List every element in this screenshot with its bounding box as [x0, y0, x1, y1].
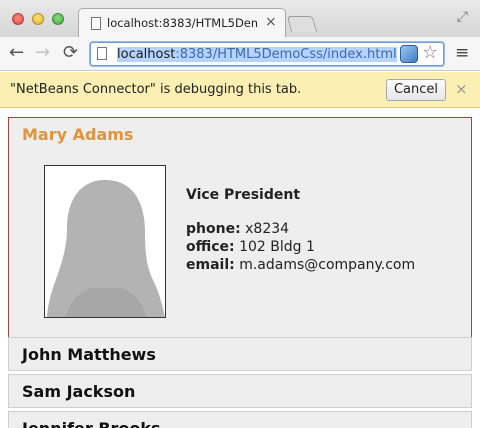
person-row[interactable]: John Matthews: [8, 337, 472, 371]
netbeans-extension-icon[interactable]: [400, 45, 418, 63]
menu-icon[interactable]: ≡: [455, 43, 469, 63]
forward-button[interactable]: →: [35, 43, 50, 63]
person-row-name: Jennifer Brooks: [22, 419, 161, 428]
office-label: office:: [186, 239, 235, 255]
address-bar[interactable]: localhost:8383/HTML5DemoCss/index.html ☆: [90, 42, 444, 66]
new-tab-button[interactable]: [286, 16, 318, 32]
phone-label: phone:: [186, 221, 241, 237]
phone-value: x8234: [245, 221, 290, 237]
window-titlebar: localhost:8383/HTML5DemoCss × ⤢: [0, 0, 480, 38]
office-value: 102 Bldg 1: [239, 239, 315, 255]
tab-close-icon[interactable]: ×: [265, 14, 277, 30]
page-icon: [97, 47, 107, 60]
zoom-window-button[interactable]: [52, 13, 64, 25]
reload-button[interactable]: ⟳: [63, 43, 78, 63]
browser-tab[interactable]: localhost:8383/HTML5DemoCss ×: [78, 8, 286, 38]
close-window-button[interactable]: [12, 13, 24, 25]
person-row[interactable]: Sam Jackson: [8, 374, 472, 408]
person-details: Vice President phone: x8234 office: 102 …: [186, 186, 415, 274]
office-line: office: 102 Bldg 1: [186, 238, 415, 256]
email-line: email: m.adams@company.com: [186, 256, 415, 274]
person-name: Mary Adams: [22, 125, 134, 144]
phone-line: phone: x8234: [186, 220, 415, 238]
person-card-selected[interactable]: Mary Adams Vice President phone: x8234 o…: [8, 117, 472, 344]
browser-toolbar: ← → ⟳ localhost:8383/HTML5DemoCss/index.…: [0, 37, 480, 71]
email-value: m.adams@company.com: [239, 257, 416, 273]
person-row-name: John Matthews: [22, 345, 156, 364]
url-text[interactable]: localhost:8383/HTML5DemoCss/index.html: [117, 47, 397, 62]
person-photo: [44, 165, 166, 318]
bookmark-star-icon[interactable]: ☆: [422, 42, 438, 63]
back-button[interactable]: ←: [9, 43, 24, 63]
url-path: :8383/HTML5DemoCss/index.html: [175, 47, 397, 62]
page-content: Mary Adams Vice President phone: x8234 o…: [0, 109, 480, 428]
tab-title: localhost:8383/HTML5DemoCss: [107, 16, 257, 30]
job-title: Vice President: [186, 187, 301, 203]
url-host: localhost: [117, 47, 176, 62]
email-label: email:: [186, 257, 235, 273]
infobar-close-icon[interactable]: ×: [455, 80, 468, 98]
debug-infobar: "NetBeans Connector" is debugging this t…: [0, 72, 480, 108]
person-row[interactable]: Jennifer Brooks: [8, 411, 472, 428]
cancel-button[interactable]: Cancel: [386, 79, 446, 101]
fullscreen-icon[interactable]: ⤢: [457, 9, 468, 25]
minimize-window-button[interactable]: [32, 13, 44, 25]
person-row-name: Sam Jackson: [22, 382, 136, 401]
page-icon: [91, 17, 101, 30]
infobar-message: "NetBeans Connector" is debugging this t…: [10, 82, 302, 97]
silhouette-icon: [47, 180, 165, 317]
